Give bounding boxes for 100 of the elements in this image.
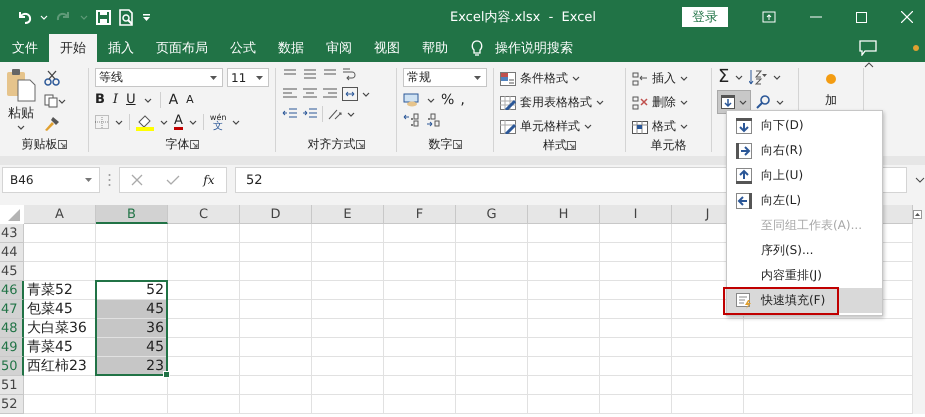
menu-item[interactable]: 内容重排(J) [727, 263, 882, 288]
close-icon[interactable] [901, 11, 913, 23]
ribbon-button[interactable]: 插入 [632, 68, 705, 89]
search-field[interactable]: 操作说明搜索 [495, 39, 573, 57]
increase-decimal-icon[interactable] [403, 113, 419, 127]
decrease-font-button[interactable]: A [186, 92, 194, 108]
caret-icon[interactable] [776, 98, 784, 106]
ribbon-tab[interactable]: 文件 [0, 34, 49, 62]
paste-button[interactable]: 粘贴 [8, 104, 34, 122]
caret-icon[interactable] [347, 110, 355, 118]
font-size-dropdown[interactable]: 11 [227, 68, 269, 87]
row-header[interactable]: 45 [0, 262, 24, 281]
find-icon[interactable] [756, 95, 770, 109]
column-header[interactable]: F [384, 205, 456, 224]
column-header[interactable]: G [456, 205, 528, 224]
font-name-dropdown[interactable]: 等线 [95, 68, 223, 87]
caret-icon[interactable] [144, 96, 152, 104]
caret-icon[interactable] [362, 90, 370, 98]
dialog-launcher-icon[interactable] [356, 140, 364, 148]
menu-item[interactable]: 序列(S)... [727, 238, 882, 263]
ribbon-display-icon[interactable] [762, 11, 776, 23]
column-header[interactable]: E [312, 205, 384, 224]
dialog-launcher-icon[interactable] [58, 140, 66, 148]
caret-icon[interactable] [773, 74, 782, 80]
menu-item[interactable]: 向右(R) [727, 138, 882, 163]
orientation-icon[interactable] [327, 107, 343, 121]
ribbon-button[interactable]: 单元格样式 [500, 116, 619, 137]
sort-filter-icon[interactable] [749, 69, 768, 85]
ribbon-tab[interactable]: 开始 [49, 34, 97, 62]
borders-icon[interactable] [95, 115, 109, 129]
comment-icon[interactable] [859, 40, 877, 56]
column-header[interactable]: C [168, 205, 240, 224]
caret-icon[interactable] [427, 96, 435, 104]
fill-button[interactable] [718, 91, 750, 113]
row-header[interactable]: 49 [0, 338, 24, 357]
dialog-launcher-icon[interactable] [567, 140, 576, 150]
name-box[interactable]: B46 [2, 167, 100, 193]
maximize-icon[interactable] [856, 12, 867, 22]
scissors-icon[interactable] [44, 70, 60, 86]
fill-color-icon[interactable] [136, 114, 154, 130]
save-icon[interactable] [96, 10, 111, 24]
font-color-button[interactable]: A [174, 114, 183, 130]
ribbon-tab[interactable]: 页面布局 [145, 34, 219, 62]
ribbon-tab[interactable]: 帮助 [411, 34, 459, 62]
ribbon-button[interactable]: 条件格式 [500, 68, 619, 89]
undo-icon[interactable] [16, 9, 32, 25]
format-painter-icon[interactable] [44, 116, 60, 132]
comma-button[interactable]: , [460, 92, 465, 108]
column-header[interactable]: I [600, 205, 672, 224]
clipboard-icon[interactable] [6, 68, 36, 102]
ribbon-button[interactable]: 删除 [632, 92, 705, 113]
row-header[interactable]: 52 [0, 395, 24, 414]
dropdown-arrow-icon[interactable] [85, 178, 92, 182]
column-header[interactable]: A [24, 205, 96, 224]
column-header[interactable]: D [240, 205, 312, 224]
expand-formula-icon[interactable] [915, 177, 925, 183]
caret-icon[interactable] [735, 74, 744, 80]
percent-button[interactable]: % [441, 92, 454, 108]
decrease-decimal-icon[interactable] [425, 113, 441, 127]
wrap-text-icon[interactable] [342, 68, 356, 82]
customize-icon[interactable] [142, 12, 151, 22]
currency-icon[interactable] [403, 93, 421, 107]
row-header[interactable]: 47 [0, 300, 24, 319]
column-header[interactable]: B [96, 205, 168, 224]
number-format-dropdown[interactable]: 常规 [403, 68, 487, 87]
caret-icon[interactable] [232, 118, 240, 126]
caret-icon[interactable] [115, 118, 123, 126]
underline-button[interactable]: U [126, 92, 136, 108]
caret-icon[interactable] [58, 98, 66, 104]
merge-center-icon[interactable] [342, 87, 358, 101]
row-header[interactable]: 51 [0, 376, 24, 395]
copy-icon[interactable] [44, 94, 58, 108]
caret-icon[interactable] [160, 118, 168, 126]
autosum-button[interactable]: Σ [718, 68, 730, 86]
row-header[interactable]: 44 [0, 243, 24, 262]
ribbon-button[interactable]: 格式 [632, 116, 705, 137]
column-header[interactable]: H [528, 205, 600, 224]
dropdown-arrow-icon[interactable] [256, 76, 263, 80]
italic-button[interactable]: I [112, 92, 118, 108]
ribbon-tab[interactable]: 插入 [97, 34, 145, 62]
ribbon-tab[interactable]: 审阅 [315, 34, 363, 62]
ribbon-button[interactable]: 套用表格格式 [500, 92, 619, 113]
dialog-launcher-icon[interactable] [452, 140, 462, 148]
dialog-launcher-icon[interactable] [190, 140, 198, 148]
caret-icon[interactable] [188, 118, 197, 126]
menu-item[interactable]: 向下(D) [727, 113, 882, 138]
insert-function-button[interactable]: fx [203, 173, 215, 187]
row-header[interactable]: 50 [0, 357, 24, 376]
collapse-ribbon-icon[interactable] [864, 62, 874, 68]
dropdown-arrow-icon[interactable] [474, 76, 481, 80]
phonetic-button[interactable]: wén 文 [210, 113, 226, 131]
row-header[interactable]: 48 [0, 319, 24, 338]
row-header[interactable]: 43 [0, 224, 24, 243]
print-preview-icon[interactable] [119, 8, 134, 26]
bold-button[interactable]: B [95, 92, 105, 108]
dropdown-arrow-icon[interactable] [210, 76, 217, 80]
ribbon-tab[interactable]: 公式 [219, 34, 267, 62]
scroll-up-icon[interactable] [913, 210, 922, 219]
row-header[interactable]: 46 [0, 281, 24, 300]
ribbon-tab[interactable]: 视图 [363, 34, 411, 62]
